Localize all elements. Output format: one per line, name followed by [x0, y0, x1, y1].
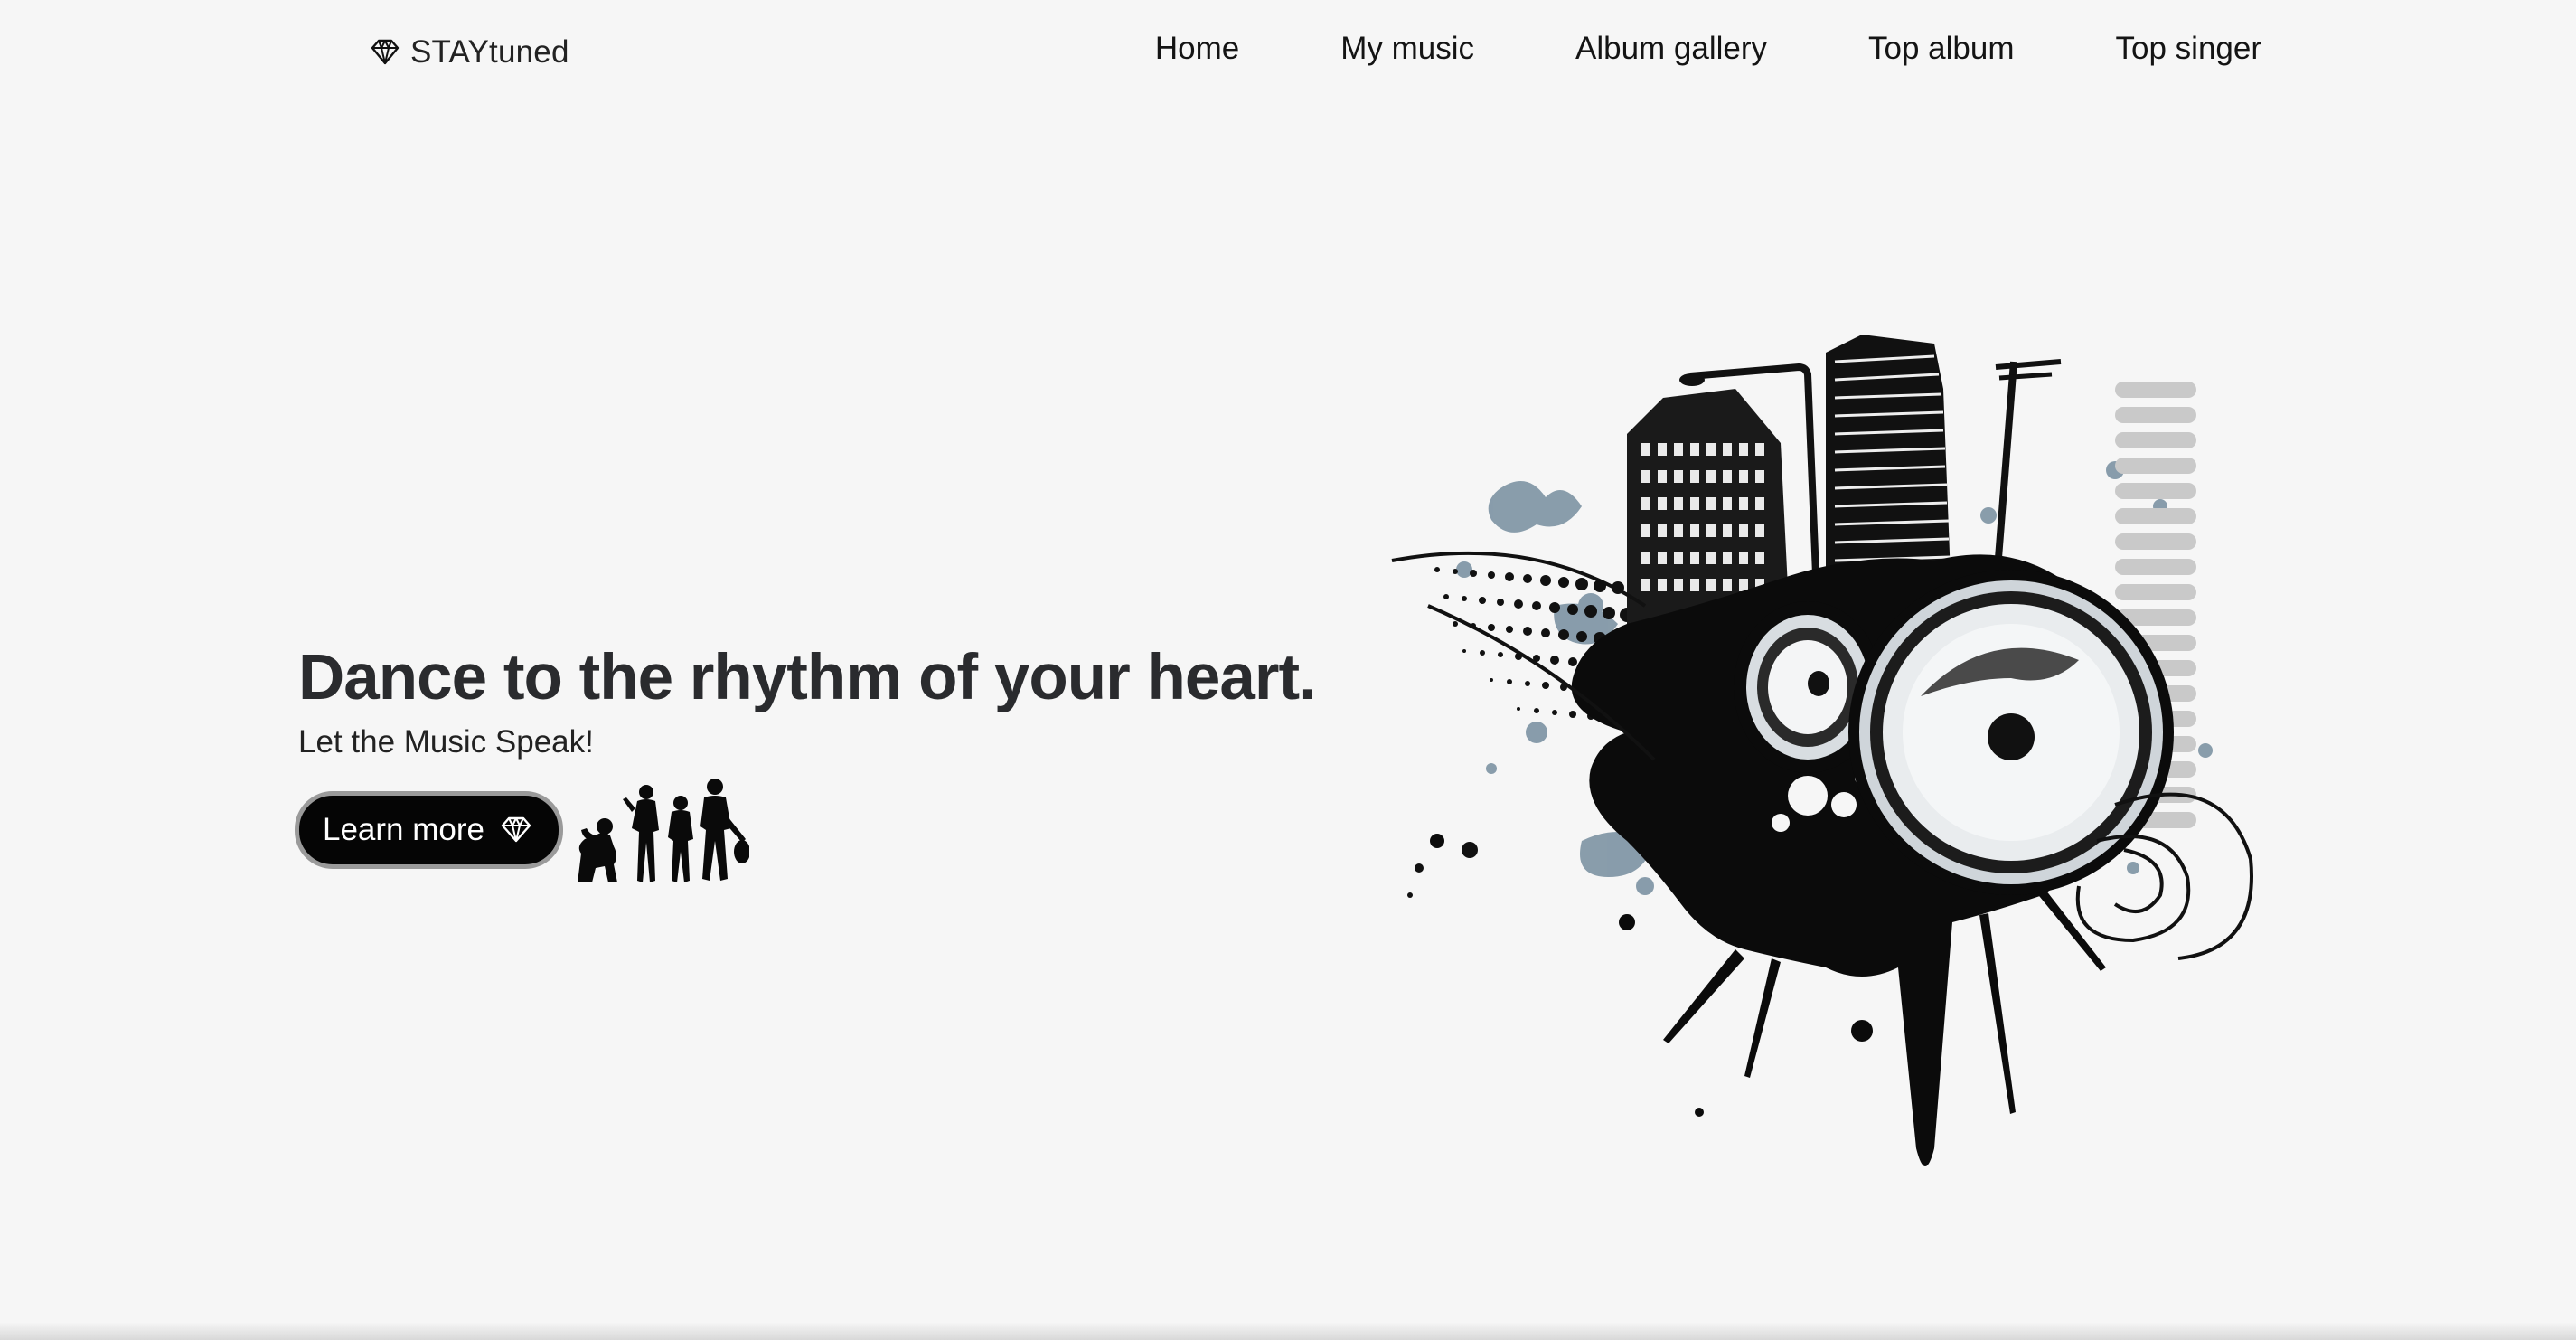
diamond-icon — [371, 39, 400, 65]
top-navbar: STAYtuned Home My music Album gallery To… — [0, 0, 2576, 109]
nav-link-album-gallery[interactable]: Album gallery — [1575, 31, 1767, 67]
nav-link-top-album[interactable]: Top album — [1868, 31, 2014, 67]
learn-more-button[interactable]: Learn more — [295, 791, 563, 869]
hero-subtitle: Let the Music Speak! — [298, 724, 594, 760]
diamond-icon — [501, 816, 531, 843]
nav-link-my-music[interactable]: My music — [1340, 31, 1474, 67]
hero-text: Dance to the rhythm of your heart. Let t… — [298, 637, 1317, 760]
nav-link-home[interactable]: Home — [1155, 31, 1239, 67]
learn-more-label: Learn more — [323, 812, 484, 847]
nav-link-top-singer[interactable]: Top singer — [2116, 31, 2261, 67]
brand-logo[interactable]: STAYtuned — [369, 34, 569, 71]
bottom-shadow — [0, 1322, 2576, 1340]
cta-row: Learn more — [295, 776, 749, 884]
band-silhouette-image — [577, 779, 749, 882]
nav-links: Home My music Album gallery Top album To… — [1155, 31, 2261, 67]
brand-name: STAYtuned — [410, 34, 569, 70]
hero-title: Dance to the rhythm of your heart. — [298, 642, 1317, 713]
speaker-city-illustration — [1391, 335, 2253, 1166]
